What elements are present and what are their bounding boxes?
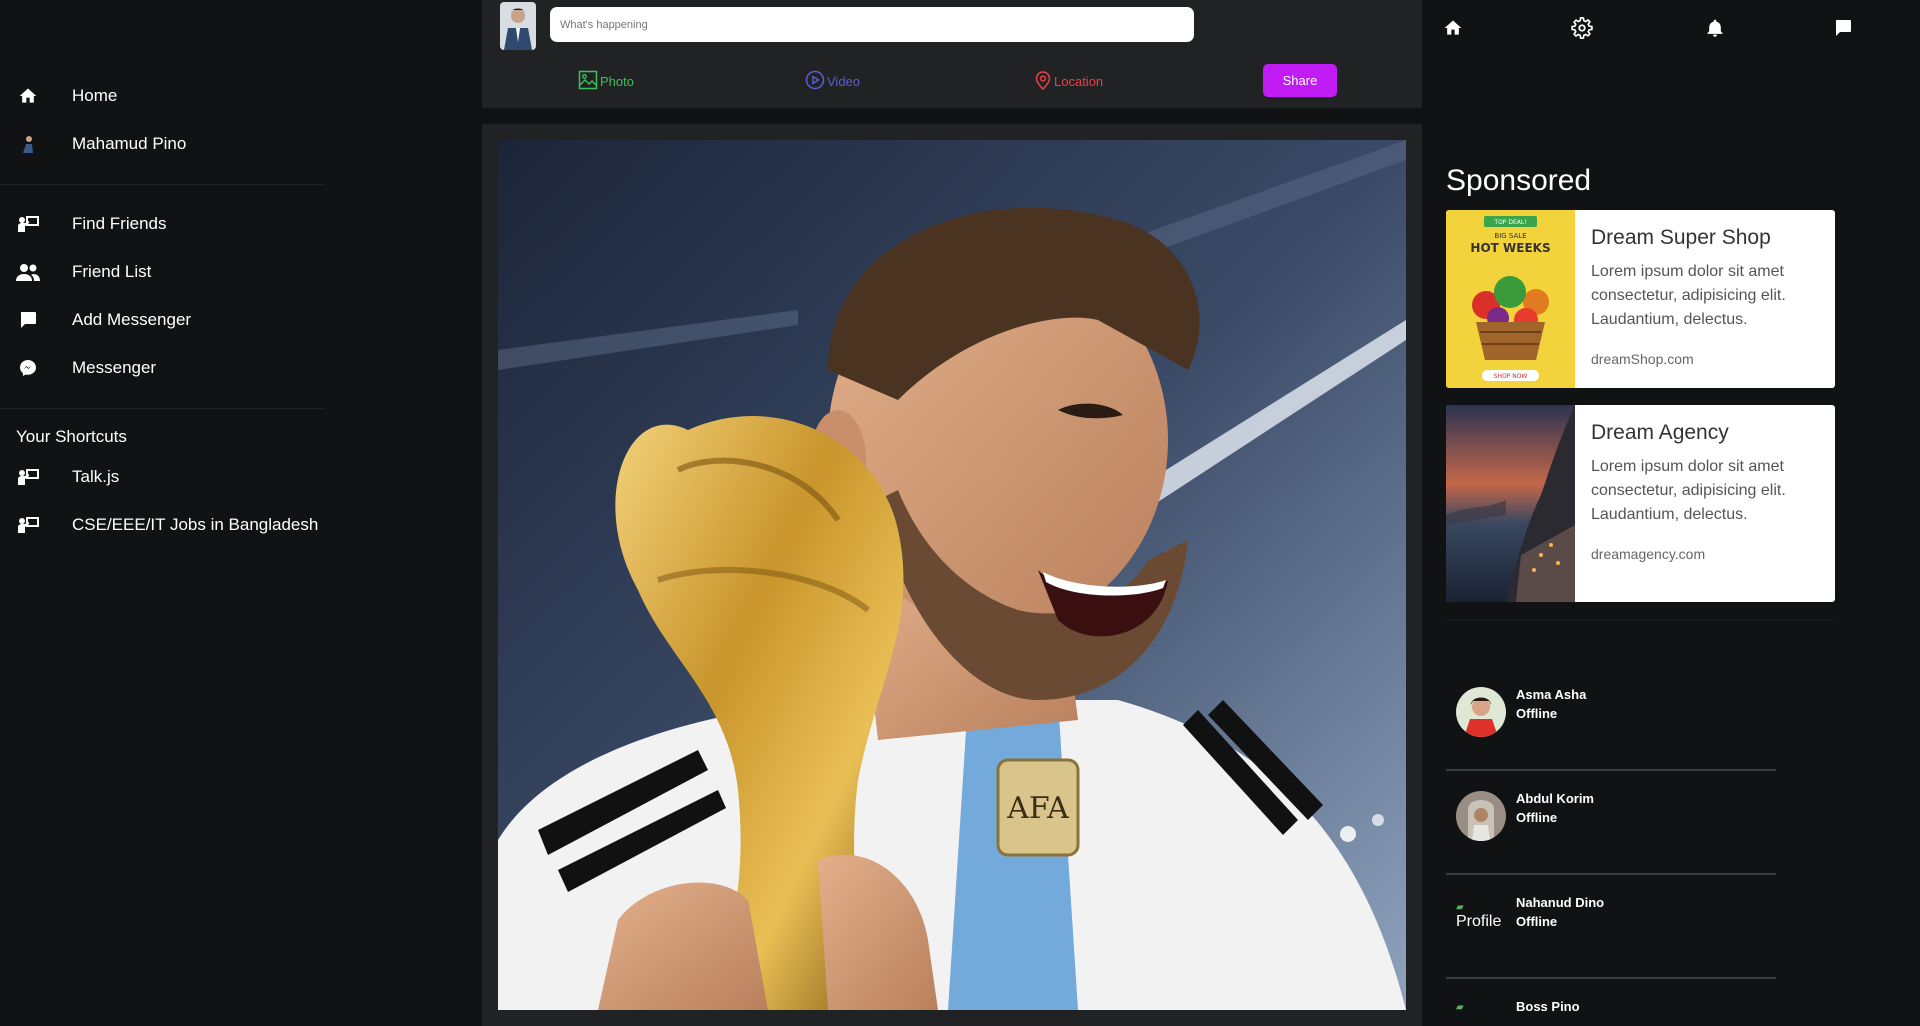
ad-thumbnail bbox=[1446, 405, 1575, 602]
right-sidebar: Sponsored TOP DEAL! BIG SALE HOT WEEKS S… bbox=[1422, 0, 1920, 1026]
divider bbox=[0, 408, 325, 409]
sidebar-item-label: Mahamud Pino bbox=[72, 134, 187, 153]
friend-item[interactable]: Abdul Korim Offline bbox=[1446, 771, 1776, 875]
shortcut-item-talkjs[interactable]: Talk.js bbox=[0, 457, 330, 497]
post-input[interactable] bbox=[550, 7, 1194, 42]
ad-description: Lorem ipsum dolor sit amet consectetur, … bbox=[1591, 263, 1786, 328]
home-icon[interactable] bbox=[1441, 16, 1465, 40]
location-pin-icon bbox=[1034, 70, 1052, 93]
ad-url: dreamagency.com bbox=[1591, 546, 1706, 562]
messenger-icon bbox=[16, 356, 40, 380]
svg-text:AFA: AFA bbox=[1006, 791, 1069, 826]
post-composer: Photo Video Location Share bbox=[482, 0, 1422, 108]
shortcut-item-jobs[interactable]: CSE/EEE/IT Jobs in Bangladesh bbox=[0, 505, 330, 545]
ad-name: Dream Agency bbox=[1591, 421, 1729, 444]
avatar-alt-text: Profile bbox=[1456, 913, 1502, 930]
sidebar-item-messenger[interactable]: Messenger bbox=[0, 348, 330, 388]
friend-name: Asma Asha bbox=[1516, 687, 1587, 702]
ad-card-agency[interactable]: Dream Agency Lorem ipsum dolor sit amet … bbox=[1446, 405, 1835, 602]
profile-avatar bbox=[16, 132, 40, 156]
divider bbox=[1446, 619, 1835, 620]
ad-url: dreamShop.com bbox=[1591, 351, 1694, 367]
ad-thumb-line1: BIG SALE bbox=[1494, 232, 1526, 240]
friend-status: Offline bbox=[1516, 914, 1558, 929]
broken-image-icon: ▰ bbox=[1456, 902, 1464, 913]
person-board-icon bbox=[16, 465, 40, 489]
users-icon bbox=[16, 260, 40, 284]
video-button[interactable]: Video bbox=[805, 70, 860, 93]
video-label: Video bbox=[827, 74, 861, 89]
location-button[interactable]: Location bbox=[1034, 70, 1103, 93]
share-button[interactable]: Share bbox=[1263, 64, 1337, 97]
avatar-broken-image: ▰ bbox=[1456, 1003, 1506, 1013]
shortcut-label: Talk.js bbox=[72, 467, 120, 486]
photo-label: Photo bbox=[600, 74, 634, 89]
ad-thumb-line2: HOT WEEKS bbox=[1470, 241, 1550, 255]
sponsored-title: Sponsored bbox=[1446, 164, 1592, 197]
sidebar-item-friend-list[interactable]: Friend List bbox=[0, 252, 330, 292]
ad-name: Dream Super Shop bbox=[1591, 226, 1771, 249]
sidebar-item-add-messenger[interactable]: Add Messenger bbox=[0, 300, 330, 340]
avatar bbox=[1456, 791, 1506, 841]
ad-thumb-cta: SHOP NOW bbox=[1494, 373, 1528, 380]
ad-thumb-badge: TOP DEAL! bbox=[1493, 219, 1526, 226]
bell-icon[interactable] bbox=[1703, 16, 1727, 40]
chat-icon bbox=[16, 308, 40, 332]
shortcut-label: CSE/EEE/IT Jobs in Bangladesh bbox=[72, 515, 319, 534]
feed: Photo Video Location Share bbox=[482, 0, 1422, 1026]
post-card: AFA bbox=[482, 124, 1422, 1026]
image-icon bbox=[578, 70, 598, 93]
sidebar-item-home[interactable]: Home bbox=[0, 76, 330, 116]
sidebar-item-label: Messenger bbox=[72, 358, 157, 377]
avatar-broken-image: ▰ Profile bbox=[1456, 903, 1506, 931]
friend-status: Offline bbox=[1516, 706, 1558, 721]
broken-image-icon: ▰ bbox=[1456, 1002, 1464, 1013]
person-board-icon bbox=[16, 513, 40, 537]
friend-name: Nahanud Dino bbox=[1516, 895, 1605, 910]
ad-description: Lorem ipsum dolor sit amet consectetur, … bbox=[1591, 458, 1786, 523]
person-board-icon bbox=[16, 212, 40, 236]
sidebar-item-label: Find Friends bbox=[72, 214, 167, 233]
chat-icon[interactable] bbox=[1831, 16, 1855, 40]
friend-name: Boss Pino bbox=[1516, 999, 1580, 1014]
photo-button[interactable]: Photo bbox=[578, 70, 634, 93]
sidebar-item-profile[interactable]: Mahamud Pino bbox=[0, 124, 330, 164]
sidebar-item-label: Friend List bbox=[72, 262, 152, 281]
avatar bbox=[1456, 687, 1506, 737]
left-sidebar: Home Mahamud Pino Find Friends Friend Li… bbox=[0, 0, 330, 1026]
sidebar-item-label: Home bbox=[72, 86, 118, 105]
ad-thumbnail: TOP DEAL! BIG SALE HOT WEEKS SHOP NOW bbox=[1446, 210, 1575, 388]
friend-status: Offline bbox=[1516, 810, 1558, 825]
sidebar-item-find-friends[interactable]: Find Friends bbox=[0, 204, 330, 244]
play-circle-icon bbox=[805, 70, 825, 93]
location-label: Location bbox=[1054, 74, 1104, 89]
friend-item[interactable]: ▰ Profile Nahanud Dino Offline bbox=[1446, 875, 1776, 979]
shortcuts-title: Your Shortcuts bbox=[16, 427, 127, 446]
gear-icon[interactable] bbox=[1570, 16, 1594, 40]
sidebar-item-label: Add Messenger bbox=[72, 310, 192, 329]
friend-item[interactable]: ▰ Boss Pino bbox=[1446, 979, 1776, 1026]
post-image[interactable]: AFA bbox=[498, 140, 1406, 1010]
home-icon bbox=[16, 84, 40, 108]
friend-item[interactable]: Asma Asha Offline bbox=[1446, 667, 1776, 771]
avatar bbox=[500, 2, 536, 50]
divider bbox=[0, 184, 325, 185]
ad-card-shop[interactable]: TOP DEAL! BIG SALE HOT WEEKS SHOP NOW Dr… bbox=[1446, 210, 1835, 388]
friend-name: Abdul Korim bbox=[1516, 791, 1594, 806]
